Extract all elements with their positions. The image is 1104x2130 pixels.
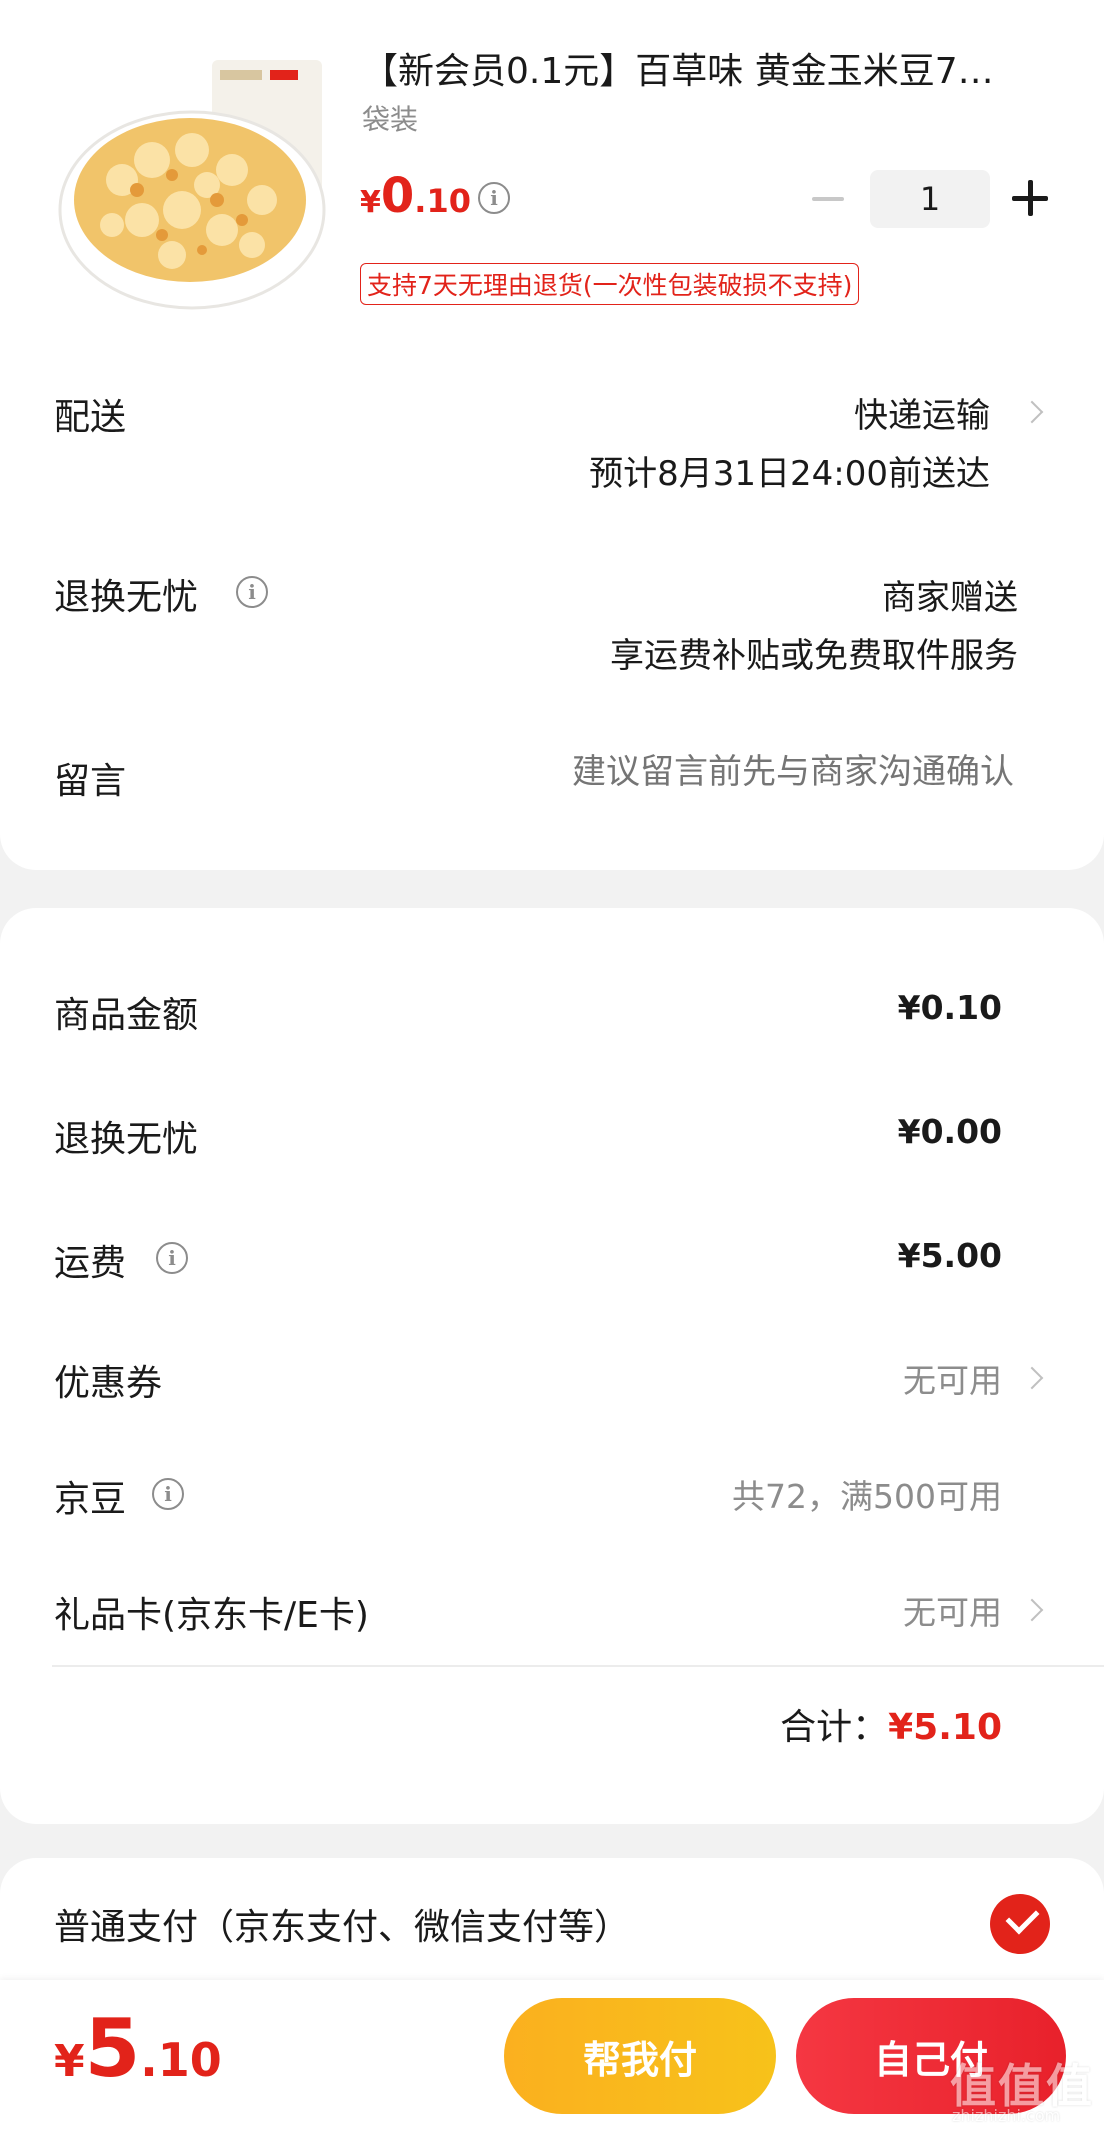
- jingdou-info-icon[interactable]: i: [152, 1478, 184, 1510]
- message-input[interactable]: [454, 752, 1014, 792]
- total-value: ¥5.10: [888, 1707, 1002, 1748]
- order-summary-card: 商品金额 ¥0.10 退换无忧 ¥0.00 运费 i ¥5.00 优惠券 无可用…: [0, 908, 1104, 1824]
- popcorn-image: [58, 60, 326, 310]
- price-info-icon[interactable]: i: [478, 182, 510, 214]
- product-thumbnail[interactable]: [52, 50, 330, 318]
- product-delivery-card: 【新会员0.1元】百草味 黄金玉米豆7… 袋装 ¥0.10 i 1 支持7天无理…: [0, 0, 1104, 870]
- delivery-mode[interactable]: 快递运输: [854, 388, 990, 437]
- site-watermark: 值值值 zhizhizhi.com: [950, 2050, 1092, 2128]
- bottom-price-integer: 5: [84, 2002, 141, 2095]
- bottom-price-decimal: .10: [140, 2033, 222, 2087]
- product-price: ¥0.10: [360, 168, 471, 224]
- jingdou-value: 共72，满500可用: [732, 1477, 1002, 1516]
- bottom-action-bar: ¥5.10 帮我付 自己付: [0, 1980, 1104, 2130]
- price-currency: ¥: [360, 185, 381, 220]
- coupon-value[interactable]: 无可用: [903, 1354, 1002, 1402]
- gift-card-value[interactable]: 无可用: [903, 1586, 1002, 1634]
- order-confirm-page: 【新会员0.1元】百草味 黄金玉米豆7… 袋装 ¥0.10 i 1 支持7天无理…: [0, 0, 1104, 2130]
- gift-card-label: 礼品卡(京东卡/E卡): [54, 1595, 369, 1636]
- summary-divider: [52, 1665, 1104, 1667]
- payment-method-label[interactable]: 普通支付（京东支付、微信支付等）: [54, 1898, 630, 1950]
- delivery-eta: 预计8月31日24:00前送达: [589, 454, 990, 494]
- return-service-label: 退换无忧: [54, 577, 199, 618]
- shipping-value: ¥5.00: [897, 1236, 1002, 1275]
- goods-amount-value: ¥0.10: [897, 988, 1002, 1027]
- delivery-label: 配送: [54, 397, 127, 438]
- payment-selected-check-icon[interactable]: [990, 1894, 1050, 1954]
- product-title[interactable]: 【新会员0.1元】百草味 黄金玉米豆7…: [362, 46, 1062, 98]
- coupon-chevron-right-icon[interactable]: [1020, 1366, 1044, 1390]
- gift-card-chevron-right-icon[interactable]: [1020, 1598, 1044, 1622]
- quantity-decrease-button[interactable]: [812, 197, 844, 201]
- return-service-desc: 享运费补贴或免费取件服务: [610, 636, 1018, 676]
- goods-amount-label: 商品金额: [54, 995, 199, 1036]
- message-label: 留言: [54, 761, 127, 802]
- watermark-url: zhizhizhi.com: [952, 2106, 1061, 2125]
- return-policy-tag: 支持7天无理由退货(一次性包装破损不支持): [360, 263, 860, 305]
- quantity-increase-button[interactable]: [1012, 180, 1048, 216]
- order-total: 合计：¥5.10: [780, 1698, 1002, 1750]
- price-decimal: .10: [414, 182, 471, 220]
- shipping-label: 运费: [54, 1243, 127, 1284]
- return-service-value: 商家赠送: [882, 578, 1018, 618]
- product-spec: 袋装: [362, 103, 419, 136]
- coupon-label: 优惠券: [54, 1363, 163, 1404]
- help-me-pay-button[interactable]: 帮我付: [504, 1998, 776, 2114]
- delivery-chevron-right-icon[interactable]: [1020, 400, 1044, 424]
- bottom-price-currency: ¥: [54, 2036, 85, 2087]
- return-fee-value: ¥0.00: [897, 1112, 1002, 1151]
- return-service-info-icon[interactable]: i: [236, 576, 268, 608]
- bottom-total-price: ¥5.10: [54, 2002, 222, 2095]
- jingdou-label: 京豆: [54, 1479, 127, 1520]
- shipping-info-icon[interactable]: i: [156, 1242, 188, 1274]
- quantity-input[interactable]: 1: [870, 170, 990, 228]
- return-fee-label: 退换无忧: [54, 1119, 199, 1160]
- price-integer: 0: [380, 168, 415, 224]
- total-label: 合计：: [780, 1707, 889, 1748]
